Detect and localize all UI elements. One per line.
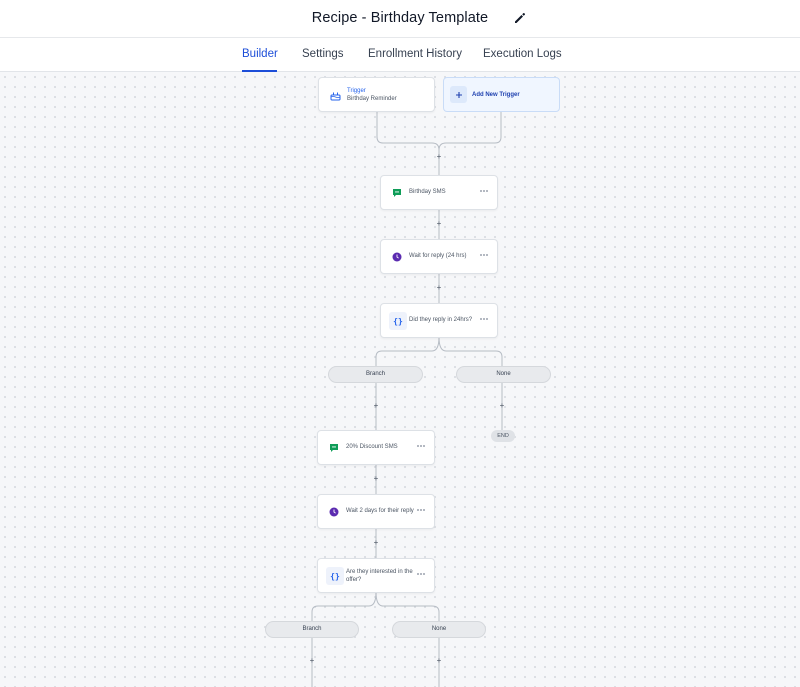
step-label: Wait 2 days for their reply [346,508,414,514]
none-branch-pill[interactable]: None [456,366,551,383]
more-options-icon[interactable] [480,190,489,193]
step-label: 20% Discount SMS [346,444,398,450]
wait-step-node[interactable]: Wait for reply (24 hrs) [380,239,498,274]
plus-icon [450,86,467,103]
branch-pill[interactable]: Branch [328,366,423,383]
chat-bubble-icon [326,440,342,456]
header-bar: Recipe - Birthday Template [0,0,800,38]
step-label: Wait for reply (24 hrs) [409,253,467,259]
add-step-button[interactable] [372,475,380,483]
condition-step-node[interactable]: {} Are they interested in the offer? [317,558,435,593]
more-options-icon[interactable] [417,573,426,576]
more-options-icon[interactable] [480,318,489,321]
step-label: Are they interested in the offer? [346,569,413,583]
braces-icon: {} [326,567,344,585]
trigger-node[interactable]: Trigger Birthday Reminder [318,77,435,112]
add-step-button[interactable] [435,657,443,665]
page-title: Recipe - Birthday Template [311,10,489,26]
add-step-button[interactable] [308,657,316,665]
sms-step-node[interactable]: Birthday SMS [380,175,498,210]
add-step-button[interactable] [435,284,443,292]
add-trigger-label: Add New Trigger [472,92,520,98]
add-step-button[interactable] [498,402,506,410]
sms-step-node[interactable]: 20% Discount SMS [317,430,435,465]
add-new-trigger-button[interactable]: Add New Trigger [443,77,560,112]
tab-bar: Builder Settings Enrollment History Exec… [0,38,800,72]
more-options-icon[interactable] [417,509,426,512]
add-step-button[interactable] [435,220,443,228]
trigger-name: Birthday Reminder [347,96,397,102]
add-step-button[interactable] [372,402,380,410]
none-branch-pill[interactable]: None [392,621,486,638]
clock-icon [326,504,342,520]
tab-builder[interactable]: Builder [242,48,278,60]
cake-icon [327,87,343,103]
tab-execution-logs[interactable]: Execution Logs [483,48,562,60]
step-label: Birthday SMS [409,189,446,195]
clock-icon [389,249,405,265]
tab-settings[interactable]: Settings [302,48,344,60]
wait-step-node[interactable]: Wait 2 days for their reply [317,494,435,529]
tab-enrollment-history[interactable]: Enrollment History [368,48,462,60]
more-options-icon[interactable] [480,254,489,257]
add-step-button[interactable] [372,539,380,547]
trigger-kind: Trigger [347,88,366,94]
chat-bubble-icon [389,185,405,201]
end-marker: END [491,430,515,442]
step-label: Did they reply in 24hrs? [409,317,473,323]
more-options-icon[interactable] [417,445,426,448]
add-step-button[interactable] [435,153,443,161]
branch-pill[interactable]: Branch [265,621,359,638]
pencil-icon[interactable] [514,12,526,24]
braces-icon: {} [389,312,407,330]
condition-step-node[interactable]: {} Did they reply in 24hrs? [380,303,498,338]
